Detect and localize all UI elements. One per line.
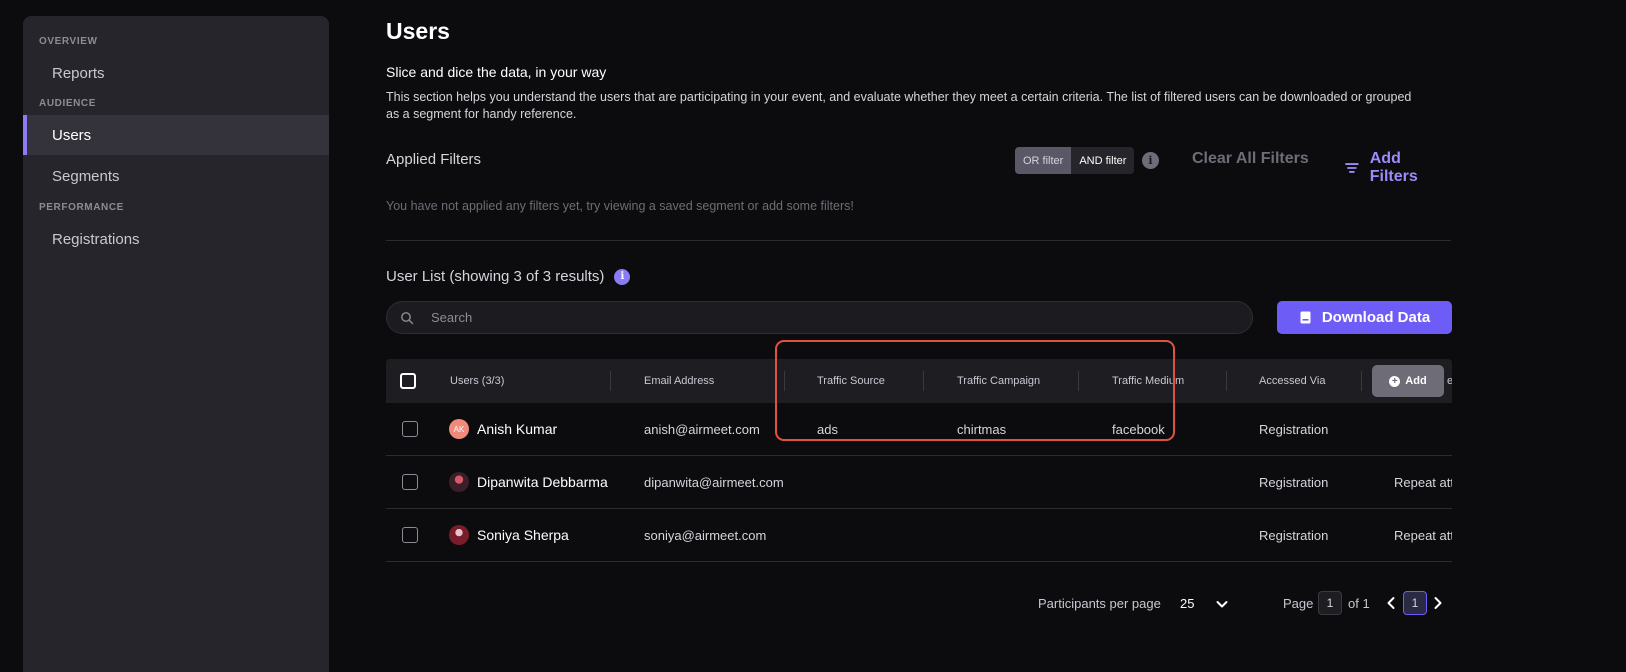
extra-cell: Repeat att [1394, 527, 1452, 543]
sidebar: OVERVIEW Reports AUDIENCE Users Segments… [23, 16, 329, 672]
row-checkbox[interactable] [402, 421, 418, 437]
user-name-cell: AK Anish Kumar [449, 403, 557, 455]
column-separator [1226, 371, 1227, 391]
search-input[interactable] [431, 310, 1211, 325]
accessed-via-cell: Registration [1259, 527, 1329, 543]
filter-info-icon[interactable]: i [1142, 152, 1159, 169]
traffic-source-cell: ads [817, 421, 838, 437]
row-checkbox[interactable] [402, 527, 418, 543]
section-label-overview: OVERVIEW [39, 36, 98, 47]
page-subtitle: Slice and dice the data, in your way [386, 64, 607, 80]
main-content: Users Slice and dice the data, in your w… [386, 0, 1452, 672]
section-label-performance: PERFORMANCE [39, 202, 124, 213]
download-data-button[interactable]: Download Data [1277, 301, 1452, 334]
accessed-via-cell: Registration [1259, 421, 1329, 437]
user-name: Soniya Sherpa [477, 527, 569, 543]
accessed-via-cell: Registration [1259, 474, 1329, 490]
filter-lines-icon [1345, 163, 1359, 173]
sidebar-item-segments[interactable]: Segments [23, 156, 329, 196]
page-title: Users [386, 18, 450, 44]
current-page-button[interactable]: 1 [1403, 591, 1427, 615]
column-header-traffic-campaign[interactable]: Traffic Campaign [957, 359, 1040, 403]
page-total-label: of 1 [1348, 596, 1370, 611]
user-name: Dipanwita Debbarma [477, 474, 608, 490]
column-separator [784, 371, 785, 391]
per-page-value[interactable]: 25 [1180, 596, 1194, 611]
and-filter-option[interactable]: AND filter [1071, 147, 1135, 174]
traffic-medium-cell: facebook [1112, 421, 1165, 437]
page-description: This section helps you understand the us… [386, 90, 1412, 121]
add-column-button[interactable]: + Add [1372, 365, 1444, 397]
add-filters-button[interactable]: Add Filters [1344, 150, 1452, 186]
page-number-input[interactable]: 1 [1318, 591, 1342, 615]
column-header-users[interactable]: Users (3/3) [450, 359, 504, 403]
row-checkbox[interactable] [402, 474, 418, 490]
column-header-clipped: e [1447, 375, 1452, 387]
table-row[interactable]: Soniya Sherpa soniya@airmeet.com Registr… [386, 509, 1452, 562]
email-cell: soniya@airmeet.com [644, 527, 767, 543]
column-separator [923, 371, 924, 391]
document-icon [1300, 311, 1311, 324]
column-separator [1361, 371, 1362, 391]
email-cell: anish@airmeet.com [644, 421, 760, 437]
user-list-title: User List (showing 3 of 3 results) i [386, 268, 631, 285]
avatar: AK [449, 419, 469, 439]
user-name-cell: Dipanwita Debbarma [449, 456, 608, 508]
user-name: Anish Kumar [477, 421, 558, 437]
users-table: Users (3/3) Email Address Traffic Source… [386, 359, 1452, 563]
add-filters-label: Add Filters [1369, 150, 1418, 185]
column-header-traffic-medium[interactable]: Traffic Medium [1112, 359, 1184, 403]
page-label: Page [1283, 596, 1314, 611]
email-cell: dipanwita@airmeet.com [644, 474, 784, 490]
user-list-title-text: User List (showing 3 of 3 results) [386, 268, 605, 285]
section-label-audience: AUDIENCE [39, 98, 97, 109]
chevron-down-icon[interactable] [1215, 597, 1229, 611]
sidebar-item-registrations[interactable]: Registrations [23, 219, 329, 259]
select-all-checkbox[interactable] [400, 373, 416, 389]
or-filter-option[interactable]: OR filter [1015, 147, 1072, 174]
per-page-label: Participants per page [1038, 596, 1161, 611]
table-row[interactable]: Dipanwita Debbarma dipanwita@airmeet.com… [386, 456, 1452, 509]
sidebar-item-reports[interactable]: Reports [23, 53, 329, 93]
user-name-cell: Soniya Sherpa [449, 509, 569, 561]
chevron-right-icon[interactable] [1431, 595, 1445, 611]
avatar [449, 472, 469, 492]
avatar [449, 525, 469, 545]
traffic-campaign-cell: chirtmas [957, 421, 1007, 437]
sidebar-item-users[interactable]: Users [23, 115, 329, 155]
table-row[interactable]: AK Anish Kumar anish@airmeet.com ads chi… [386, 403, 1452, 456]
column-separator [610, 371, 611, 391]
add-column-label: Add [1405, 375, 1427, 387]
search-bar [386, 301, 1253, 334]
section-divider [386, 240, 1451, 241]
empty-filters-message: You have not applied any filters yet, tr… [386, 199, 854, 213]
column-header-accessed-via[interactable]: Accessed Via [1259, 359, 1325, 403]
clear-all-filters-button[interactable]: Clear All Filters [1192, 150, 1309, 168]
search-icon [401, 311, 414, 324]
plus-icon: + [1389, 375, 1401, 387]
column-header-email[interactable]: Email Address [644, 359, 714, 403]
chevron-left-icon[interactable] [1384, 595, 1398, 611]
column-header-traffic-source[interactable]: Traffic Source [817, 359, 885, 403]
applied-filters-label: Applied Filters [386, 151, 482, 168]
filter-mode-toggle: OR filter AND filter [1015, 147, 1135, 174]
download-data-label: Download Data [1321, 309, 1431, 326]
column-separator [1078, 371, 1079, 391]
user-list-info-icon[interactable]: i [614, 268, 631, 285]
table-header: Users (3/3) Email Address Traffic Source… [386, 359, 1452, 403]
extra-cell: Repeat att [1394, 474, 1452, 490]
